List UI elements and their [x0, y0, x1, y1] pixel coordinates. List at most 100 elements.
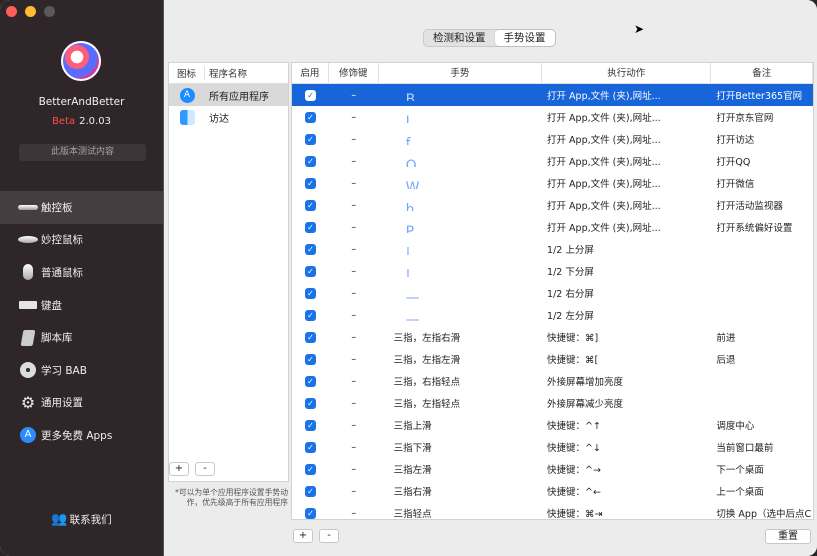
- enabled-checkbox[interactable]: ✓: [292, 353, 329, 365]
- column-header-memo[interactable]: 备注: [711, 63, 813, 83]
- table-row[interactable]: ✓ – 三指上滑 快捷键：^↑ 调度中心: [292, 414, 813, 436]
- enabled-checkbox[interactable]: ✓: [292, 111, 329, 123]
- program-row[interactable]: 访达: [169, 106, 288, 128]
- gesture-cell: 三指右滑: [379, 484, 542, 498]
- sidebar-item-general-settings[interactable]: ⚙ 通用设置: [0, 387, 163, 420]
- remove-program-button[interactable]: -: [195, 462, 215, 476]
- enabled-checkbox[interactable]: ✓: [292, 177, 329, 189]
- table-row[interactable]: ✓ – 三指右滑 快捷键：^← 上一个桌面: [292, 480, 813, 502]
- gesture-glyph: Q: [405, 157, 417, 167]
- enabled-checkbox[interactable]: ✓: [292, 89, 329, 101]
- gesture-cell: B: [379, 90, 542, 101]
- table-row[interactable]: ✓ – h 打开 App,文件 (夹),网址... 打开活动监视器: [292, 194, 813, 216]
- table-row[interactable]: ✓ – 三指，左指右滑 快捷键：⌘] 前进: [292, 326, 813, 348]
- enabled-checkbox[interactable]: ✓: [292, 331, 329, 343]
- memo-cell: 打开微信: [716, 179, 755, 190]
- app-version: Beta 2.0.03: [0, 116, 163, 127]
- table-row[interactable]: ✓ – P 打开 App,文件 (夹),网址... 打开系统偏好设置: [292, 216, 813, 238]
- memo-cell: 打开京东官网: [716, 113, 774, 124]
- sidebar-item-label: 学习 BAB: [41, 364, 87, 377]
- checkmark-icon: ✓: [304, 111, 316, 123]
- enabled-checkbox[interactable]: ✓: [292, 287, 329, 299]
- table-row[interactable]: ✓ – W 打开 App,文件 (夹),网址... 打开微信: [292, 172, 813, 194]
- enabled-checkbox[interactable]: ✓: [292, 397, 329, 409]
- column-header-action[interactable]: 执行动作: [542, 63, 712, 83]
- table-row[interactable]: ✓ – B 打开 App,文件 (夹),网址... 打开Better365官网: [292, 84, 813, 106]
- gesture-text: [379, 134, 394, 145]
- settings-tab-control: 检测和设置 手势设置: [423, 29, 556, 47]
- enabled-checkbox[interactable]: ✓: [292, 309, 329, 321]
- sidebar-item-label: 键盘: [41, 299, 62, 312]
- table-row[interactable]: ✓ – 三指下滑 快捷键：^↓ 当前窗口最前: [292, 436, 813, 458]
- modifier-cell: –: [351, 353, 357, 365]
- enabled-checkbox[interactable]: ✓: [292, 419, 329, 431]
- gesture-glyph: h: [405, 201, 415, 211]
- contact-us-button[interactable]: 👥 联系我们: [0, 512, 163, 527]
- enabled-checkbox[interactable]: ✓: [292, 243, 329, 255]
- table-row[interactable]: ✓ – 三指轻点 快捷键：⌘⇥ 切换 App（选中后点C: [292, 502, 813, 520]
- modifier-cell: –: [351, 199, 357, 211]
- modifier-cell: –: [351, 243, 357, 255]
- table-row[interactable]: ✓ – — 1/2 右分屏: [292, 282, 813, 304]
- table-row[interactable]: ✓ – 三指左滑 快捷键：^→ 下一个桌面: [292, 458, 813, 480]
- gesture-cell: W: [379, 178, 542, 189]
- program-row[interactable]: A 所有应用程序: [169, 84, 288, 106]
- enabled-checkbox[interactable]: ✓: [292, 463, 329, 475]
- minimize-window-button[interactable]: [25, 6, 36, 17]
- memo-cell: 打开QQ: [716, 157, 751, 168]
- enabled-checkbox[interactable]: ✓: [292, 133, 329, 145]
- memo-cell: 前进: [716, 333, 736, 344]
- test-content-button[interactable]: 此版本测试内容: [19, 144, 146, 161]
- program-list-header: 图标 程序名称: [169, 63, 288, 84]
- enabled-checkbox[interactable]: ✓: [292, 441, 329, 453]
- action-cell: 快捷键：⌘⇥: [547, 509, 603, 520]
- tab-detect-settings[interactable]: 检测和设置: [424, 30, 495, 46]
- table-row[interactable]: ✓ – Q 打开 App,文件 (夹),网址... 打开QQ: [292, 150, 813, 172]
- table-row[interactable]: ✓ – 三指，左指左滑 快捷键：⌘[后退: [292, 348, 813, 370]
- column-header-modifier[interactable]: 修饰键: [329, 63, 379, 83]
- table-row[interactable]: ✓ – — 1/2 左分屏: [292, 304, 813, 326]
- enabled-checkbox[interactable]: ✓: [292, 265, 329, 277]
- table-row[interactable]: ✓ – f 打开 App,文件 (夹),网址... 打开访达: [292, 128, 813, 150]
- remove-gesture-button[interactable]: -: [319, 529, 339, 543]
- column-header-program-name[interactable]: 程序名称: [205, 66, 247, 80]
- table-row[interactable]: ✓ – 三指，右指轻点 外接屏幕增加亮度: [292, 370, 813, 392]
- table-row[interactable]: ✓ – 三指，左指轻点 外接屏幕减少亮度: [292, 392, 813, 414]
- sidebar-item-keyboard[interactable]: 键盘: [0, 289, 163, 322]
- enabled-checkbox[interactable]: ✓: [292, 199, 329, 211]
- table-row[interactable]: ✓ – | 1/2 下分屏: [292, 260, 813, 282]
- gesture-cell: h: [379, 200, 542, 211]
- checkmark-icon: ✓: [304, 177, 316, 189]
- enabled-checkbox[interactable]: ✓: [292, 485, 329, 497]
- sidebar-item-learn-bab[interactable]: 学习 BAB: [0, 354, 163, 387]
- enabled-checkbox[interactable]: ✓: [292, 375, 329, 387]
- column-header-icon[interactable]: 图标: [169, 66, 205, 80]
- enabled-checkbox[interactable]: ✓: [292, 507, 329, 519]
- checkmark-icon: ✓: [304, 221, 316, 233]
- enabled-checkbox[interactable]: ✓: [292, 221, 329, 233]
- tab-gesture-settings[interactable]: 手势设置: [494, 30, 555, 46]
- gesture-cell: —: [379, 310, 542, 321]
- checkmark-icon: ✓: [304, 287, 316, 299]
- sidebar-item-more-apps[interactable]: A 更多免费 Apps: [0, 419, 163, 452]
- sidebar-item-mouse[interactable]: 普通鼠标: [0, 256, 163, 289]
- gesture-list-buttons: + -: [293, 529, 339, 543]
- reset-button[interactable]: 重置: [765, 529, 811, 544]
- table-row[interactable]: ✓ – | 1/2 上分屏: [292, 238, 813, 260]
- modifier-cell: –: [351, 419, 357, 431]
- sidebar-item-magic-mouse[interactable]: 妙控鼠标: [0, 224, 163, 257]
- column-header-gesture[interactable]: 手势: [379, 63, 543, 83]
- zoom-window-button[interactable]: [44, 6, 55, 17]
- add-gesture-button[interactable]: +: [293, 529, 313, 543]
- sidebar-item-trackpad[interactable]: 触控板: [0, 191, 163, 224]
- enabled-checkbox[interactable]: ✓: [292, 155, 329, 167]
- close-window-button[interactable]: [6, 6, 17, 17]
- column-header-enabled[interactable]: 启用: [292, 63, 329, 83]
- sidebar-item-script-library[interactable]: 脚本库: [0, 321, 163, 354]
- add-program-button[interactable]: +: [169, 462, 189, 476]
- gesture-text: [379, 244, 394, 255]
- gesture-cell: |: [379, 244, 542, 255]
- table-row[interactable]: ✓ – J 打开 App,文件 (夹),网址... 打开京东官网: [292, 106, 813, 128]
- action-cell: 外接屏幕增加亮度: [547, 377, 624, 388]
- action-cell: 打开 App,文件 (夹),网址...: [547, 201, 661, 212]
